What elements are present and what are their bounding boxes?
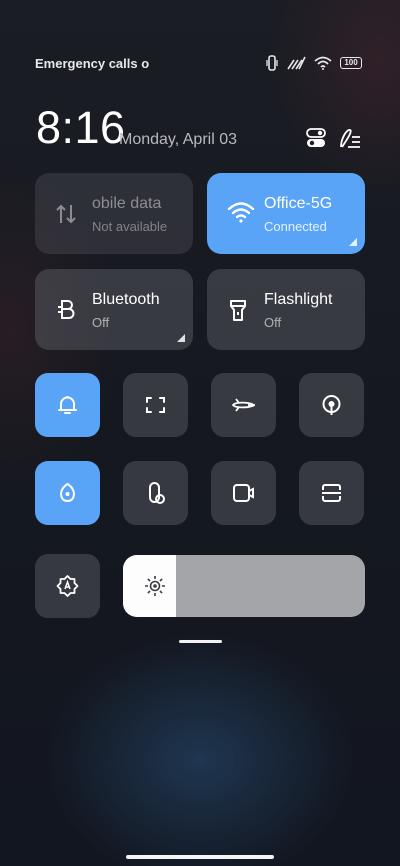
- screen-recorder-toggle[interactable]: [211, 461, 276, 525]
- auto-brightness-icon: [56, 575, 79, 597]
- location-pin-icon: [322, 395, 341, 415]
- clock-time: 8:16: [36, 102, 126, 153]
- wifi-network-name: Office-5G: [264, 195, 333, 212]
- flashlight-icon: [230, 300, 246, 321]
- location-toggle[interactable]: [299, 373, 364, 437]
- expand-indicator-icon[interactable]: [349, 238, 357, 246]
- bell-icon: [58, 396, 77, 414]
- dark-mode-toggle[interactable]: [123, 461, 188, 525]
- mobile-data-status: Not available: [92, 219, 168, 234]
- status-icons: 100: [266, 55, 362, 71]
- screenshot-icon: [146, 397, 165, 413]
- edit-icon[interactable]: [338, 126, 362, 150]
- eye-comfort-toggle[interactable]: [35, 461, 100, 525]
- airplane-icon: [231, 398, 255, 412]
- wifi-status: Connected: [264, 219, 327, 234]
- flashlight-tile[interactable]: Flashlight Off: [207, 269, 365, 350]
- bell-toggle[interactable]: [35, 373, 100, 437]
- screenshot-toggle[interactable]: [123, 373, 188, 437]
- collapse-handle[interactable]: [179, 640, 222, 643]
- scanner-icon: [322, 484, 341, 502]
- toggles-icon[interactable]: [304, 126, 328, 150]
- bluetooth-title: Bluetooth: [92, 291, 160, 308]
- mobile-data-icon: [56, 204, 76, 224]
- expand-indicator-icon[interactable]: [177, 334, 185, 342]
- wifi-icon: [314, 56, 332, 70]
- battery-icon: 100: [340, 57, 362, 69]
- airplane-mode-toggle[interactable]: [211, 373, 276, 437]
- mobile-data-title: obile data: [92, 195, 162, 212]
- bluetooth-status: Off: [92, 315, 110, 330]
- brightness-slider[interactable]: [123, 555, 365, 617]
- video-camera-icon: [233, 484, 254, 502]
- leaf-icon: [60, 482, 75, 502]
- carrier-status-text: Emergency calls o: [35, 55, 150, 71]
- flashlight-status: Off: [264, 315, 282, 330]
- bluetooth-tile[interactable]: Bluetooth Off: [35, 269, 193, 350]
- sun-icon: [145, 576, 165, 596]
- scanner-toggle[interactable]: [299, 461, 364, 525]
- no-signal-icon: [287, 56, 306, 70]
- wifi-icon: [227, 202, 255, 223]
- bluetooth-icon: [58, 300, 75, 319]
- clock-header: 8:16 Monday, April 03: [36, 104, 364, 152]
- mobile-data-tile[interactable]: obile data Not available: [35, 173, 193, 254]
- auto-brightness-toggle[interactable]: [35, 554, 100, 618]
- flashlight-title: Flashlight: [264, 291, 333, 308]
- status-bar: Emergency calls o 100: [35, 52, 362, 74]
- vibrate-icon: [266, 55, 278, 71]
- wifi-tile[interactable]: Office-5G Connected: [207, 173, 365, 254]
- dark-mode-icon: [149, 482, 165, 504]
- home-indicator[interactable]: [126, 855, 274, 859]
- clock-date: Monday, April 03: [119, 131, 237, 148]
